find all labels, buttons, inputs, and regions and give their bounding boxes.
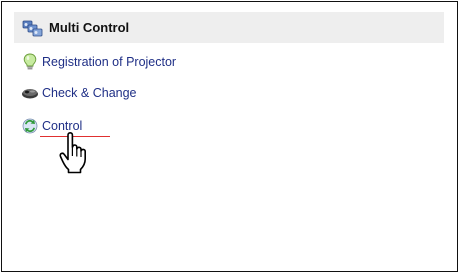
projector-icon — [21, 84, 39, 102]
lightbulb-icon — [21, 53, 39, 71]
control-arrows-icon — [21, 117, 39, 135]
menu-item-check-change[interactable]: Check & Change — [21, 83, 137, 103]
multi-control-header: Multi Control — [14, 12, 444, 43]
page-title: Multi Control — [49, 20, 130, 35]
main-panel: Multi Control Registration of Projector … — [1, 1, 458, 272]
menu-item-label: Registration of Projector — [42, 55, 177, 69]
menu-item-label: Check & Change — [42, 86, 137, 100]
menu-item-registration[interactable]: Registration of Projector — [21, 52, 176, 72]
menu-item-label: Control — [42, 119, 83, 133]
hand-pointer-icon — [57, 132, 93, 174]
multi-projector-icon — [21, 17, 45, 39]
